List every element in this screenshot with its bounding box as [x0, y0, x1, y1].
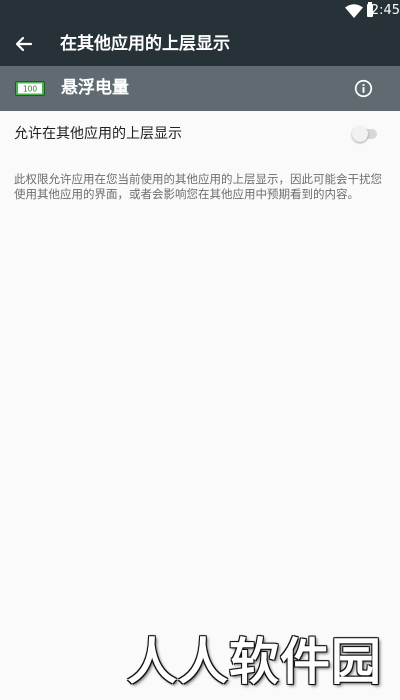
overlay-permission-label: 允许在其他应用的上层显示 — [14, 126, 182, 142]
app-icon: 100 — [15, 81, 45, 96]
status-time: 2:45 — [370, 3, 400, 18]
page-title: 在其他应用的上层显示 — [60, 34, 230, 54]
permission-description: 此权限允许应用在您当前使用的其他应用的上层显示，因此可能会干扰您使用其他应用的界… — [14, 172, 382, 201]
toolbar: 在其他应用的上层显示 — [0, 22, 400, 66]
info-icon[interactable] — [354, 79, 373, 98]
app-icon-label: 100 — [23, 85, 38, 94]
app-name: 悬浮电量 — [61, 78, 129, 98]
switch-thumb — [352, 126, 368, 142]
overlay-permission-switch[interactable] — [352, 126, 378, 142]
watermark: 人人软件园 — [127, 632, 382, 691]
wifi-icon — [345, 4, 363, 18]
overlay-permission-row[interactable]: 允许在其他应用的上层显示 — [0, 111, 400, 157]
app-header: 100 悬浮电量 — [0, 66, 400, 111]
status-bar: 2:45 — [0, 0, 400, 22]
arrow-back-icon[interactable] — [10, 30, 38, 58]
